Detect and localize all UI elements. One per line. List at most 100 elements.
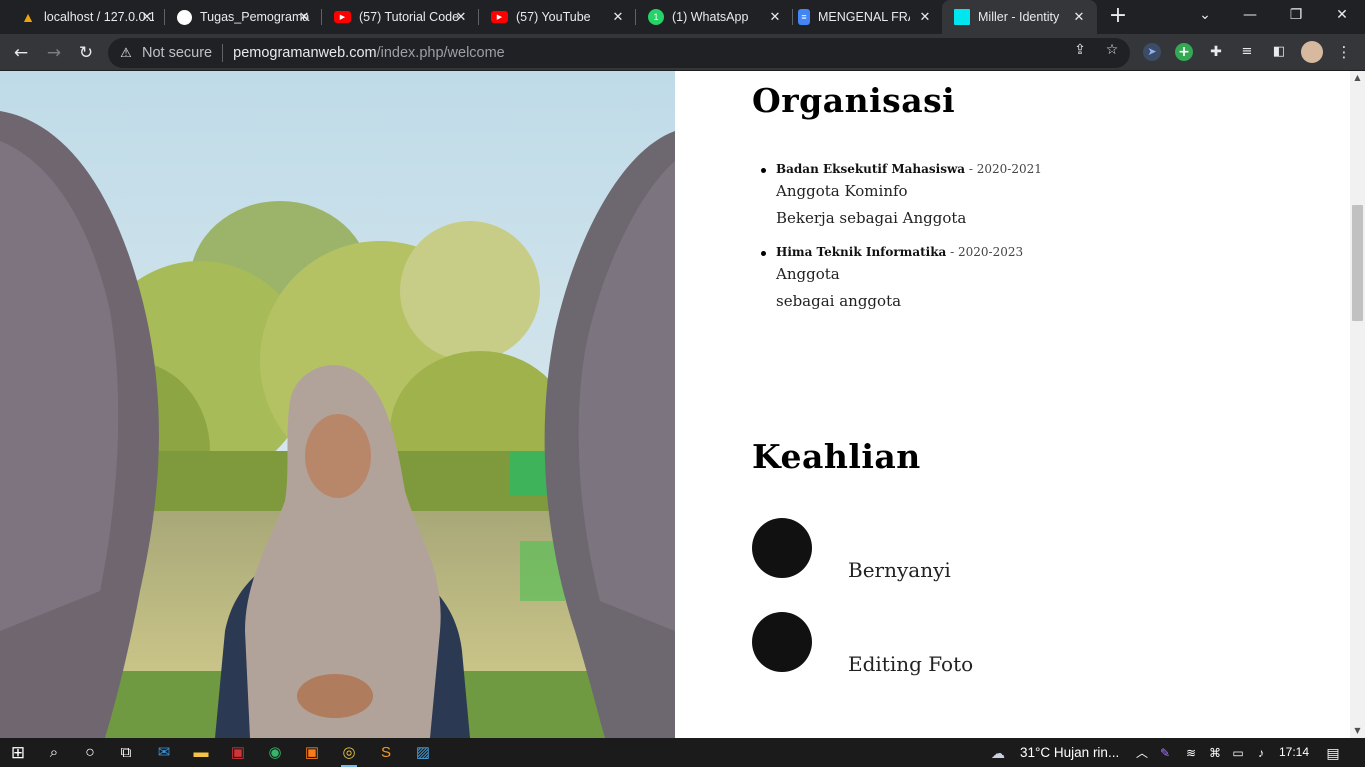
wifi-icon[interactable]: ≋: [1183, 745, 1199, 761]
scroll-up-arrow-icon[interactable]: ▲: [1350, 71, 1365, 85]
org-header: Hima Teknik Informatika - 2020-2023: [776, 244, 1276, 261]
edge-icon[interactable]: ◉: [263, 741, 287, 765]
org-header: Badan Eksekutif Mahasiswa - 2020-2021: [776, 161, 1276, 178]
mail-icon[interactable]: ✉: [152, 741, 176, 765]
close-tab-icon[interactable]: ✕: [917, 9, 933, 25]
windows-start-icon[interactable]: ⊞: [6, 741, 30, 765]
bookmark-star-icon[interactable]: ☆: [1103, 41, 1121, 59]
profile-avatar[interactable]: [1301, 41, 1323, 63]
tab-youtube-tutorial[interactable]: ▶ (57) Tutorial Code ✕: [322, 0, 479, 34]
weather-text[interactable]: 31°C Hujan rin...: [1020, 738, 1119, 767]
sublime-text-icon[interactable]: S: [374, 741, 398, 765]
tab-title: MENGENAL FRAMEWORK: [818, 10, 910, 24]
url-host[interactable]: pemogramanweb.com: [233, 45, 376, 61]
skill-dot-icon: [752, 612, 812, 672]
org-years: - 2020-2021: [965, 162, 1042, 176]
weather-cloud-icon[interactable]: ☁: [990, 745, 1006, 761]
address-bar[interactable]: ⚠ Not secure pemogramanweb.com/index.php…: [108, 38, 1130, 68]
org-name: Badan Eksekutif Mahasiswa: [776, 162, 966, 176]
power-icon[interactable]: ▭: [1230, 745, 1246, 761]
scroll-down-arrow-icon[interactable]: ▼: [1350, 724, 1365, 738]
keahlian-heading: Keahlian: [752, 437, 921, 476]
reload-button[interactable]: ↻: [73, 40, 99, 66]
phpmyadmin-icon: ▲: [21, 9, 35, 25]
tab-strip: ▲ localhost / 127.0.0.1 ✕ Tugas_Pemogram…: [0, 0, 1365, 34]
close-tab-icon[interactable]: ✕: [296, 9, 312, 25]
photo-app-icon[interactable]: ▨: [411, 741, 435, 765]
windows-taskbar: ⊞ ⌕ ○ ⧉ ✉ ▬ ▣ ◉ ▣ ◎ S ▨ ☁ 31°C Hujan rin…: [0, 738, 1365, 767]
forward-button[interactable]: →: [41, 40, 67, 66]
youtube-icon: ▶: [491, 11, 508, 23]
task-view-icon[interactable]: ⧉: [114, 741, 138, 765]
profile-photo: [0, 71, 675, 738]
tab-title: localhost / 127.0.0.1: [44, 10, 154, 24]
organisasi-heading: Organisasi: [752, 81, 956, 120]
org-role: Anggota Kominfo: [776, 182, 908, 200]
address-divider: [222, 44, 224, 62]
extensions-puzzle-icon[interactable]: ✚: [1207, 43, 1225, 61]
chrome-icon[interactable]: ◎: [337, 741, 361, 767]
close-tab-icon[interactable]: ✕: [610, 9, 626, 25]
github-icon: [177, 9, 192, 25]
list-item: Hima Teknik Informatika - 2020-2023 Angg…: [761, 244, 1276, 315]
org-description: Bekerja sebagai Anggota: [776, 209, 967, 227]
tab-title: Tugas_Pemograman: [200, 10, 310, 24]
browser-toolbar: ← → ↻ ⚠ Not secure pemogramanweb.com/ind…: [0, 34, 1365, 71]
volume-icon[interactable]: ♪: [1253, 745, 1269, 761]
tab-miller-identity[interactable]: Miller - Identity ✕: [942, 0, 1097, 34]
org-name: Hima Teknik Informatika: [776, 245, 947, 259]
close-tab-icon[interactable]: ✕: [767, 9, 783, 25]
close-tab-icon[interactable]: ✕: [139, 9, 155, 25]
list-item: Badan Eksekutif Mahasiswa - 2020-2021 An…: [761, 161, 1276, 232]
close-tab-icon[interactable]: ✕: [453, 9, 469, 25]
security-label[interactable]: Not secure: [142, 45, 212, 61]
skill-label: Editing Foto: [848, 652, 974, 676]
url-path[interactable]: /index.php/welcome: [377, 45, 505, 61]
tab-github[interactable]: Tugas_Pemograman ✕: [165, 0, 322, 34]
xampp-icon[interactable]: ▣: [300, 741, 324, 765]
page-viewport: Organisasi Badan Eksekutif Mahasiswa - 2…: [0, 71, 1350, 738]
site-favicon-icon: [954, 9, 970, 25]
google-docs-icon: ≡: [798, 9, 810, 25]
whatsapp-icon: 1: [648, 9, 664, 25]
youtube-icon: ▶: [334, 11, 351, 23]
meet-icon[interactable]: ⌘: [1207, 745, 1223, 761]
skill-item: Bernyanyi: [752, 518, 1252, 582]
new-tab-button[interactable]: +: [1106, 5, 1130, 29]
skill-label: Bernyanyi: [848, 558, 951, 582]
extension-cursor-icon[interactable]: ➤: [1143, 43, 1161, 61]
maximize-button[interactable]: ❐: [1273, 0, 1319, 32]
side-panel-icon[interactable]: ◧: [1270, 43, 1288, 61]
search-icon[interactable]: ⌕: [42, 741, 66, 765]
page-scrollbar[interactable]: ▲ ▼: [1350, 71, 1365, 738]
notifications-icon[interactable]: ▤: [1325, 745, 1341, 761]
organisasi-list: Badan Eksekutif Mahasiswa - 2020-2021 An…: [761, 161, 1276, 327]
menu-kebab-icon[interactable]: ⋮: [1335, 43, 1353, 61]
org-description: sebagai anggota: [776, 292, 902, 310]
tab-search-button[interactable]: ⌄: [1182, 0, 1228, 32]
skill-dot-icon: [752, 518, 812, 578]
show-hidden-icons-chevron-icon[interactable]: ︿: [1134, 745, 1150, 761]
tab-title: (1) WhatsApp: [672, 10, 749, 24]
org-role: Anggota: [776, 265, 840, 283]
clock-time[interactable]: 17:14: [1279, 738, 1309, 767]
close-tab-icon[interactable]: ✕: [1071, 9, 1087, 25]
back-button[interactable]: ←: [8, 40, 34, 66]
close-window-button[interactable]: ✕: [1319, 0, 1365, 32]
org-years: - 2020-2023: [946, 245, 1024, 259]
skill-item: Editing Foto: [752, 612, 1252, 676]
scrollbar-thumb[interactable]: [1352, 205, 1363, 321]
tab-youtube[interactable]: ▶ (57) YouTube ✕: [479, 0, 636, 34]
tab-whatsapp[interactable]: 1 (1) WhatsApp ✕: [636, 0, 793, 34]
cortana-icon[interactable]: ○: [78, 741, 102, 765]
share-icon[interactable]: ⇪: [1071, 41, 1089, 59]
app-red-icon[interactable]: ▣: [226, 741, 250, 765]
minimize-button[interactable]: —: [1227, 0, 1273, 32]
warning-icon[interactable]: ⚠: [118, 45, 134, 61]
tab-google-docs[interactable]: ≡ MENGENAL FRAMEWORK ✕: [786, 0, 943, 34]
tab-phpmyadmin[interactable]: ▲ localhost / 127.0.0.1 ✕: [8, 0, 165, 34]
media-control-icon[interactable]: ≡: [1238, 43, 1256, 61]
file-explorer-icon[interactable]: ▬: [189, 741, 213, 765]
extension-add-icon[interactable]: +: [1175, 43, 1193, 61]
pen-icon[interactable]: ✎: [1157, 745, 1173, 761]
